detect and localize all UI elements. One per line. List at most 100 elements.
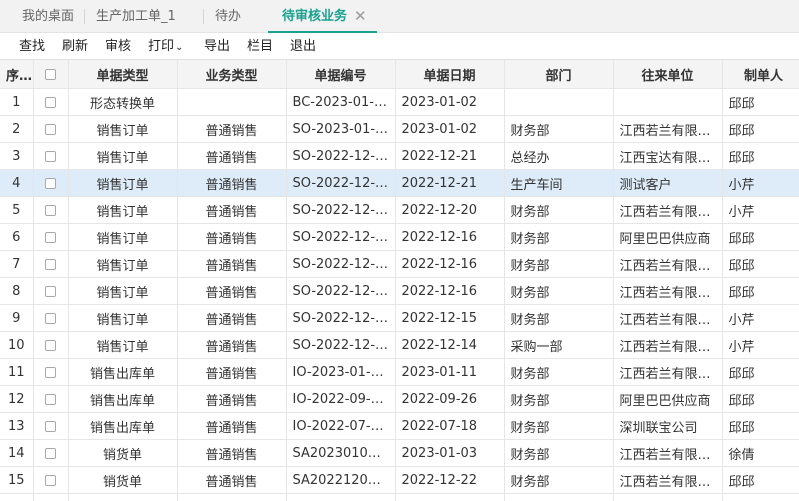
table-row[interactable]: 10 销售订单普通销售SO-2022-12-00022022-12-14采购一部江… xyxy=(0,331,799,359)
cell-doc-type: 销售出库单 xyxy=(68,358,178,386)
cell-checkbox[interactable] xyxy=(33,115,69,143)
cell-checkbox[interactable] xyxy=(33,439,69,467)
header-creator[interactable]: 制单人 xyxy=(722,59,799,89)
row-checkbox[interactable] xyxy=(45,231,56,243)
cell-checkbox[interactable] xyxy=(33,412,69,440)
table-row[interactable]: 1 形态转换单 BC-2023-01-00012023-01-02 邱邱 xyxy=(0,88,799,116)
cell-counterparty xyxy=(613,88,723,116)
cell-creator: 邱邱 xyxy=(722,277,799,305)
table-row[interactable]: 7 销售订单普通销售SO-2022-12-00072022-12-16财务部江西若… xyxy=(0,250,799,278)
select-all-checkbox[interactable] xyxy=(45,68,56,80)
header-select-all[interactable] xyxy=(33,59,69,89)
tab-production-order[interactable]: 生产加工单_1 xyxy=(96,0,176,33)
cell-index: 7 xyxy=(0,250,34,278)
table-row[interactable]: 15 销货单 普通销售 SA2022120047 2022-12-22 财务部 江西若兰有限… xyxy=(0,466,799,494)
cell-checkbox[interactable] xyxy=(33,169,69,197)
header-doc-number[interactable]: 单据编号 xyxy=(286,59,396,89)
header-index[interactable]: 序号 xyxy=(0,59,34,89)
cell-doc-type: 销货单 xyxy=(68,466,178,494)
header-department[interactable]: 部门 xyxy=(504,59,614,89)
cell-checkbox[interactable] xyxy=(33,250,69,278)
toolbar: 查找 刷新 审核 打印⌄ 导出 栏目 退出 xyxy=(0,33,799,57)
cell-department: 财务部 xyxy=(504,277,614,305)
header-doc-date[interactable]: 单据日期 xyxy=(395,59,505,89)
cell-doc-number: SA2022120047 xyxy=(286,466,396,494)
tab-pending-review[interactable]: 待审核业务 xyxy=(268,0,378,33)
cell-department: 财务部 xyxy=(504,358,614,386)
cell-checkbox[interactable] xyxy=(33,493,69,501)
columns-button[interactable]: 栏目 xyxy=(247,35,273,54)
row-checkbox[interactable] xyxy=(45,420,56,432)
table-row[interactable]: 9 销售订单普通销售SO-2022-12-00032022-12-15财务部江西若… xyxy=(0,304,799,332)
row-checkbox[interactable] xyxy=(45,339,56,351)
cell-doc-type: 销售出库单 xyxy=(68,412,178,440)
cell-biz-type: 普通销售 xyxy=(177,385,287,413)
table-row[interactable]: 16 销货单普通销售SA20221200462022-12-22财务部江西若兰有限… xyxy=(0,493,799,501)
row-checkbox[interactable] xyxy=(45,312,56,324)
cell-creator: 邱邱 xyxy=(722,466,799,494)
cell-department xyxy=(504,88,614,116)
cell-department: 财务部 xyxy=(504,223,614,251)
row-checkbox[interactable] xyxy=(45,123,56,135)
cell-checkbox[interactable] xyxy=(33,277,69,305)
exit-button[interactable]: 退出 xyxy=(290,35,316,54)
cell-counterparty: 江西若兰有限公司 xyxy=(613,115,723,143)
header-biz-type[interactable]: 业务类型 xyxy=(177,59,287,89)
row-checkbox[interactable] xyxy=(45,393,56,405)
cell-checkbox[interactable] xyxy=(33,331,69,359)
cell-creator: 邱邱 xyxy=(722,358,799,386)
row-checkbox[interactable] xyxy=(45,177,56,189)
cell-creator: 邱邱 xyxy=(722,115,799,143)
tab-todo[interactable]: 待办 xyxy=(215,0,241,33)
cell-checkbox[interactable] xyxy=(33,466,69,494)
table-row[interactable]: 14 销货单 普通销售 SA2023010051 2023-01-03 财务部 江西若兰有限… xyxy=(0,439,799,467)
row-checkbox[interactable] xyxy=(45,285,56,297)
cell-index: 15 xyxy=(0,466,34,494)
cell-index: 12 xyxy=(0,385,34,413)
row-checkbox[interactable] xyxy=(45,474,56,486)
export-button[interactable]: 导出 xyxy=(204,35,230,54)
row-checkbox[interactable] xyxy=(45,447,56,459)
cell-doc-type: 销货单 xyxy=(68,439,178,467)
cell-checkbox[interactable] xyxy=(33,142,69,170)
row-checkbox[interactable] xyxy=(45,258,56,270)
table-row[interactable]: 6 销售订单普通销售SO-2022-12-00042022-12-16财务部阿里巴… xyxy=(0,223,799,251)
table-row[interactable]: 12 销售出库单 普通销售 IO-2022-09-0012 2022-09-26 财务部阿… xyxy=(0,385,799,413)
row-checkbox[interactable] xyxy=(45,150,56,162)
cell-doc-type: 销售订单 xyxy=(68,115,178,143)
cell-biz-type: 普通销售 xyxy=(177,304,287,332)
cell-biz-type: 普通销售 xyxy=(177,439,287,467)
table-row[interactable]: 3 销售订单普通销售SO-2022-12-00112022-12-21总经办江西宝… xyxy=(0,142,799,170)
cell-doc-date: 2023-01-11 xyxy=(395,358,505,386)
row-checkbox[interactable] xyxy=(45,366,56,378)
cell-department: 财务部 xyxy=(504,304,614,332)
cell-checkbox[interactable] xyxy=(33,196,69,224)
cell-checkbox[interactable] xyxy=(33,385,69,413)
find-button[interactable]: 查找 xyxy=(19,35,45,54)
cell-counterparty: 江西若兰有限公司 xyxy=(613,304,723,332)
cell-creator: 邱邱 xyxy=(722,88,799,116)
table-row[interactable]: 11 销售出库单 普通销售 IO-2023-01-0001 2023-01-11 财务部江… xyxy=(0,358,799,386)
cell-department: 采购一部 xyxy=(504,331,614,359)
tab-my-desktop[interactable]: 我的桌面 xyxy=(22,0,74,33)
cell-checkbox[interactable] xyxy=(33,358,69,386)
cell-checkbox[interactable] xyxy=(33,223,69,251)
print-button[interactable]: 打印⌄ xyxy=(148,35,183,54)
table-row[interactable]: 4 销售订单普通销售SO-2022-12-00122022-12-21生产车间测试… xyxy=(0,169,799,197)
table-row[interactable]: 5 销售订单普通销售SO-2022-12-00102022-12-20财务部江西若… xyxy=(0,196,799,224)
row-checkbox[interactable] xyxy=(45,204,56,216)
cell-counterparty: 江西若兰有限公司 xyxy=(613,250,723,278)
table-row[interactable]: 13 销售出库单 普通销售 IO-2022-07-0009 2022-07-18 财务部深… xyxy=(0,412,799,440)
cell-checkbox[interactable] xyxy=(33,304,69,332)
table-row[interactable]: 8 销售订单普通销售SO-2022-12-00082022-12-16财务部江西若… xyxy=(0,277,799,305)
row-checkbox[interactable] xyxy=(45,96,56,108)
audit-button[interactable]: 审核 xyxy=(105,35,131,54)
close-icon[interactable]: ✕ xyxy=(354,0,367,33)
header-doc-type[interactable]: 单据类型 xyxy=(68,59,178,89)
table-row[interactable]: 2 销售订单普通销售SO-2023-01-00022023-01-02财务部江西若… xyxy=(0,115,799,143)
header-counterparty[interactable]: 往来单位 xyxy=(613,59,723,89)
cell-biz-type xyxy=(177,88,287,116)
cell-index: 14 xyxy=(0,439,34,467)
cell-checkbox[interactable] xyxy=(33,88,69,116)
refresh-button[interactable]: 刷新 xyxy=(62,35,88,54)
